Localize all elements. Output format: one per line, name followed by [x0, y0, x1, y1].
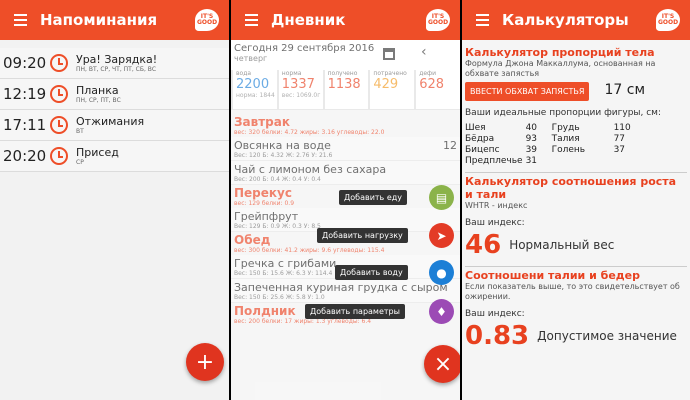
reminder-time: 09:20 [3, 54, 47, 72]
reminder-days: СР [76, 159, 84, 166]
body-proportions-title: Калькулятор пропорций тела [465, 46, 655, 59]
app-bar: Напоминания IT'S GOOD [0, 0, 229, 40]
body-proportions-desc: Формула Джона Маккаллума, основанная на … [465, 59, 656, 78]
reminder-time: 17:11 [3, 116, 47, 134]
wrist-value: 17 см [604, 82, 646, 98]
tooltip-add-params[interactable]: Добавить параметры [305, 304, 405, 319]
whr-title: Соотношени талии и бедер [465, 269, 640, 282]
app-bar: Дневник IT'S GOOD [231, 0, 460, 40]
reminder-item[interactable]: 12:19 Планка ПН, СР, ПТ, ВС [0, 79, 229, 110]
menu-overlay[interactable] [231, 40, 460, 400]
proportion-label: Шея [465, 122, 486, 133]
water-drop-icon[interactable]: ● [429, 260, 454, 285]
proportion-label: Бицепс [465, 144, 500, 155]
app-logo-icon: IT'S GOOD [195, 9, 219, 31]
menu-icon[interactable] [462, 0, 502, 40]
reminder-time: 20:20 [3, 147, 47, 165]
reminders-screen: Напоминания IT'S GOOD 09:20 Ура! Зарядка!… [0, 0, 229, 400]
add-reminder-button[interactable]: + [186, 343, 224, 381]
alarm-clock-icon[interactable] [50, 85, 68, 103]
alarm-clock-icon[interactable] [50, 54, 68, 72]
divider [465, 266, 687, 267]
body-params-icon[interactable]: ♦ [429, 299, 454, 324]
proportion-value: 110 [613, 122, 631, 133]
app-logo-icon: IT'S GOOD [426, 9, 450, 31]
app-bar: Калькуляторы IT'S GOOD [462, 0, 690, 40]
page-title: Калькуляторы [502, 11, 629, 29]
alarm-clock-icon[interactable] [50, 116, 68, 134]
page-title: Дневник [271, 11, 346, 29]
proportion-label: Предплечье [465, 155, 523, 166]
proportion-row: Шея 40 Грудь 110 [465, 122, 634, 133]
whtr-value: 46 [465, 230, 502, 260]
diary-screen: Дневник IT'S GOOD Сегодня 29 сентября 201… [231, 0, 460, 400]
proportion-value: 40 [525, 122, 538, 133]
calculators-screen: Калькуляторы IT'S GOOD Калькулятор пропор… [462, 0, 690, 400]
whtr-desc: WHTR - индекс [465, 201, 528, 210]
proportions-heading: Ваши идеальные пропорции фигуры, см: [465, 108, 662, 118]
proportion-label: Голень [551, 144, 586, 155]
reminder-item[interactable]: 17:11 Отжимания ВТ [0, 110, 229, 141]
proportion-label: Грудь [551, 122, 580, 133]
proportion-value: 39 [525, 144, 538, 155]
proportion-row: Бицепс 39 Голень 37 [465, 144, 634, 155]
whr-label: Допустимое значение [537, 329, 677, 343]
menu-icon[interactable] [231, 0, 271, 40]
whtr-label: Нормальный вес [509, 238, 615, 252]
whr-desc: Если показатель выше, то это свидетельст… [465, 282, 680, 301]
proportion-value [614, 155, 634, 166]
add-food-icon[interactable]: ▤ [429, 185, 454, 210]
divider [465, 172, 687, 173]
page-title: Напоминания [40, 11, 158, 29]
proportion-value: 31 [525, 155, 538, 166]
whr-value: 0.83 [465, 321, 530, 351]
proportion-row: Бёдра 93 Талия 77 [465, 133, 634, 144]
reminder-time: 12:19 [3, 85, 47, 103]
close-menu-button[interactable]: × [424, 345, 460, 383]
reminder-list: 09:20 Ура! Зарядка! ПН, ВТ, СР, ЧТ, ПТ, … [0, 48, 229, 172]
proportion-label [552, 155, 614, 166]
reminder-name: Присед [76, 146, 119, 159]
proportion-value: 37 [613, 144, 626, 155]
proportions-table: Шея 40 Грудь 110 Бёдра 93 Талия 77 Бицепс 39 Голен… [465, 122, 634, 166]
proportion-row: Предплечье 31 [465, 155, 634, 166]
reminder-days: ВТ [76, 128, 84, 135]
reminder-name: Планка [76, 84, 119, 97]
proportion-label: Талия [551, 133, 580, 144]
enter-wrist-button[interactable]: ВВЕСТИ ОБХВАТ ЗАПЯСТЬЯ [465, 82, 590, 101]
menu-icon[interactable] [0, 0, 40, 40]
alarm-clock-icon[interactable] [50, 147, 68, 165]
app-logo-icon: IT'S GOOD [656, 9, 680, 31]
reminder-item[interactable]: 09:20 Ура! Зарядка! ПН, ВТ, СР, ЧТ, ПТ, … [0, 48, 229, 79]
proportion-value: 77 [613, 133, 626, 144]
whtr-title: Калькулятор соотношения роста и тали [465, 175, 677, 201]
tooltip-add-activity[interactable]: Добавить нагрузку [317, 228, 408, 243]
calculators-content: Калькулятор пропорций тела Формула Джона… [462, 40, 690, 400]
reminder-days: ПН, СР, ПТ, ВС [76, 97, 121, 104]
whr-heading: Ваш индекс: [465, 309, 525, 319]
whtr-heading: Ваш индекс: [465, 218, 525, 228]
reminder-name: Ура! Зарядка! [76, 53, 158, 66]
tooltip-add-water[interactable]: Добавить воду [335, 265, 408, 280]
tooltip-add-food[interactable]: Добавить еду [339, 190, 407, 205]
reminder-item[interactable]: 20:20 Присед СР [0, 141, 229, 172]
proportion-label: Бёдра [465, 133, 495, 144]
proportion-value: 93 [525, 133, 538, 144]
reminder-name: Отжимания [76, 115, 145, 128]
reminder-days: ПН, ВТ, СР, ЧТ, ПТ, СБ, ВС [76, 66, 157, 73]
shoe-icon[interactable]: ➤ [429, 223, 454, 248]
